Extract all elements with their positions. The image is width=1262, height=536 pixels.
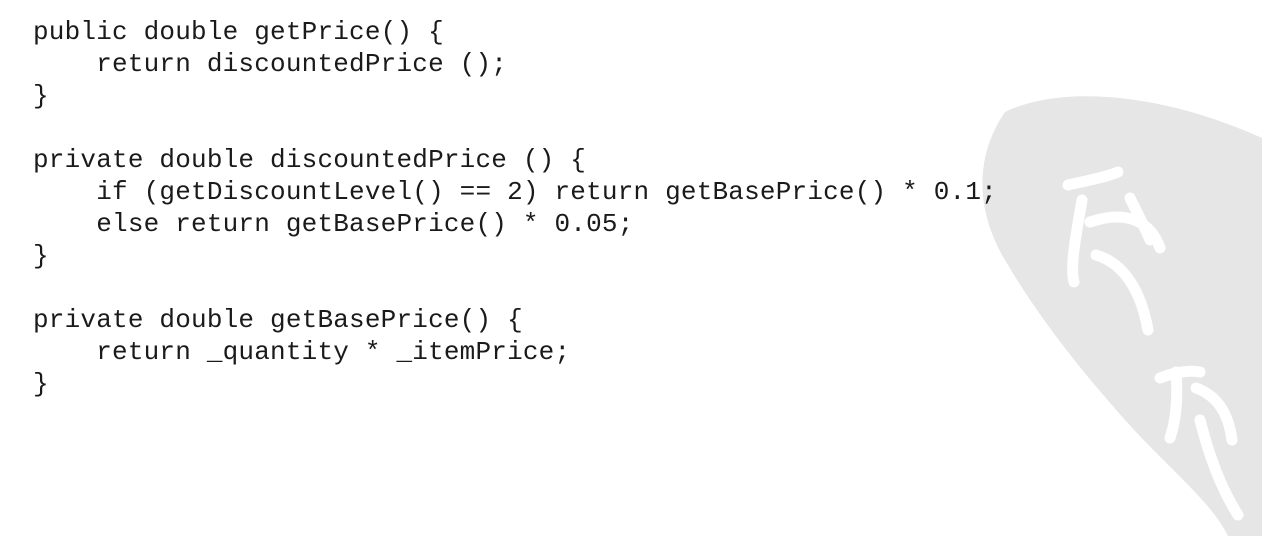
code-line: private double discountedPrice () { [33,145,587,175]
code-line: return discountedPrice (); [33,49,508,79]
code-line: else return getBasePrice() * 0.05; [33,209,634,239]
code-line: } [33,81,49,111]
code-line: public double getPrice() { [33,17,444,47]
code-line: if (getDiscountLevel() == 2) return getB… [33,177,997,207]
document-page: public double getPrice() { return discou… [0,0,1262,536]
code-listing: public double getPrice() { return discou… [33,16,997,400]
code-line: } [33,369,49,399]
code-line: } [33,241,49,271]
code-line: return _quantity * _itemPrice; [33,337,571,367]
watermark-blob [982,96,1262,536]
seal-glyphs [1062,166,1244,521]
code-line: private double getBasePrice() { [33,305,523,335]
